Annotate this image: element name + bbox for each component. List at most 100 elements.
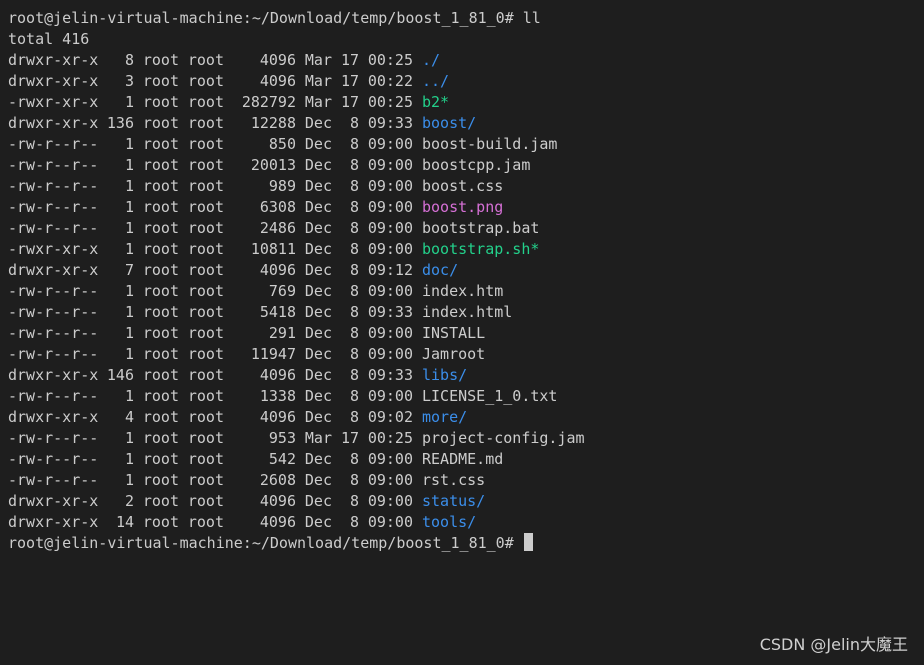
entry-links: 1 [124,387,134,405]
entry-day: 8 [349,219,359,237]
entry-month: Dec [304,471,332,489]
entry-owner: root [142,366,179,384]
entry-size: 4096 [259,492,296,510]
entry-owner: root [142,51,179,69]
entry-time: 09:00 [367,282,413,300]
entry-group: root [187,93,224,111]
entry-links: 2 [124,492,134,510]
entry-name: boost.css [422,177,504,195]
entry-name: Jamroot [422,345,486,363]
entry-time: 09:00 [367,450,413,468]
entry-group: root [187,324,224,342]
entry-day: 8 [349,366,359,384]
entry-name: bootstrap.bat [422,219,540,237]
entry-group: root [187,429,224,447]
entry-name: INSTALL [422,324,486,342]
entry-name: ../ [422,72,450,90]
entry-size: 4096 [259,408,296,426]
entry-name: more/ [422,408,468,426]
entry-day: 8 [349,261,359,279]
entry-time: 09:00 [367,324,413,342]
entry-month: Dec [304,177,332,195]
entry-time: 09:00 [367,240,413,258]
entry-name: boostcpp.jam [422,156,531,174]
entry-day: 8 [349,114,359,132]
entry-time: 09:33 [367,366,413,384]
entry-owner: root [142,408,179,426]
entry-day: 8 [349,198,359,216]
entry-day: 8 [349,513,359,531]
entry-perm: drwxr-xr-x [8,72,99,90]
terminal-window[interactable]: root@jelin-virtual-machine:~/Download/te… [0,0,924,665]
entry-group: root [187,198,224,216]
entry-size: 4096 [259,51,296,69]
entry-time: 09:00 [367,513,413,531]
entry-month: Dec [304,219,332,237]
entry-month: Dec [304,492,332,510]
entry-month: Dec [304,366,332,384]
entry-group: root [187,135,224,153]
entry-group: root [187,303,224,321]
entry-name: rst.css [422,471,486,489]
entry-day: 17 [340,51,359,69]
entry-time: 09:00 [367,471,413,489]
entry-perm: -rw-r--r-- [8,198,99,216]
entry-owner: root [142,282,179,300]
entry-day: 8 [349,387,359,405]
entry-time: 09:00 [367,492,413,510]
entry-group: root [187,366,224,384]
entry-size: 5418 [259,303,296,321]
entry-owner: root [142,345,179,363]
entry-perm: -rw-r--r-- [8,471,99,489]
entry-size: 4096 [259,366,296,384]
entry-perm: drwxr-xr-x [8,114,99,132]
listing-row: drwxr-xr-x 14 root root 4096 Dec 8 09:00 tools/ [8,512,924,533]
listing-row: drwxr-xr-x 4 root root 4096 Dec 8 09:02 more/ [8,407,924,428]
watermark: CSDN @Jelin大魔王 [759,635,908,654]
entry-links: 146 [106,366,134,384]
entry-name: boost-build.jam [422,135,558,153]
entry-day: 17 [340,429,359,447]
entry-links: 136 [106,114,134,132]
entry-perm: -rwxr-xr-x [8,240,99,258]
entry-month: Dec [304,156,332,174]
prompt: root@jelin-virtual-machine:~/Download/te… [8,534,514,552]
entry-time: 09:12 [367,261,413,279]
entry-name: doc/ [422,261,459,279]
entry-perm: -rwxr-xr-x [8,93,99,111]
entry-perm: drwxr-xr-x [8,51,99,69]
entry-month: Mar [304,51,332,69]
entry-group: root [187,114,224,132]
entry-group: root [187,51,224,69]
entry-owner: root [142,72,179,90]
entry-perm: -rw-r--r-- [8,282,99,300]
entry-group: root [187,240,224,258]
entry-size: 20013 [250,156,296,174]
entry-owner: root [142,303,179,321]
active-prompt-line[interactable]: root@jelin-virtual-machine:~/Download/te… [8,533,924,554]
listing-row: -rw-r--r-- 1 root root 953 Mar 17 00:25 project-… [8,428,924,449]
entry-day: 8 [349,240,359,258]
entry-size: 850 [268,135,296,153]
entry-month: Dec [304,513,332,531]
entry-day: 8 [349,450,359,468]
entry-group: root [187,72,224,90]
entry-owner: root [142,492,179,510]
entry-owner: root [142,387,179,405]
entry-month: Dec [304,114,332,132]
entry-size: 989 [268,177,296,195]
entry-time: 09:00 [367,135,413,153]
entry-perm: -rw-r--r-- [8,324,99,342]
entry-owner: root [142,513,179,531]
entry-perm: -rw-r--r-- [8,135,99,153]
listing-row: -rwxr-xr-x 1 root root 10811 Dec 8 09:00 bootstr… [8,239,924,260]
entry-group: root [187,219,224,237]
entry-perm: drwxr-xr-x [8,492,99,510]
entry-time: 00:22 [367,72,413,90]
entry-time: 09:33 [367,303,413,321]
entry-group: root [187,177,224,195]
entry-owner: root [142,93,179,111]
entry-owner: root [142,177,179,195]
entry-links: 3 [124,72,134,90]
entry-day: 8 [349,156,359,174]
